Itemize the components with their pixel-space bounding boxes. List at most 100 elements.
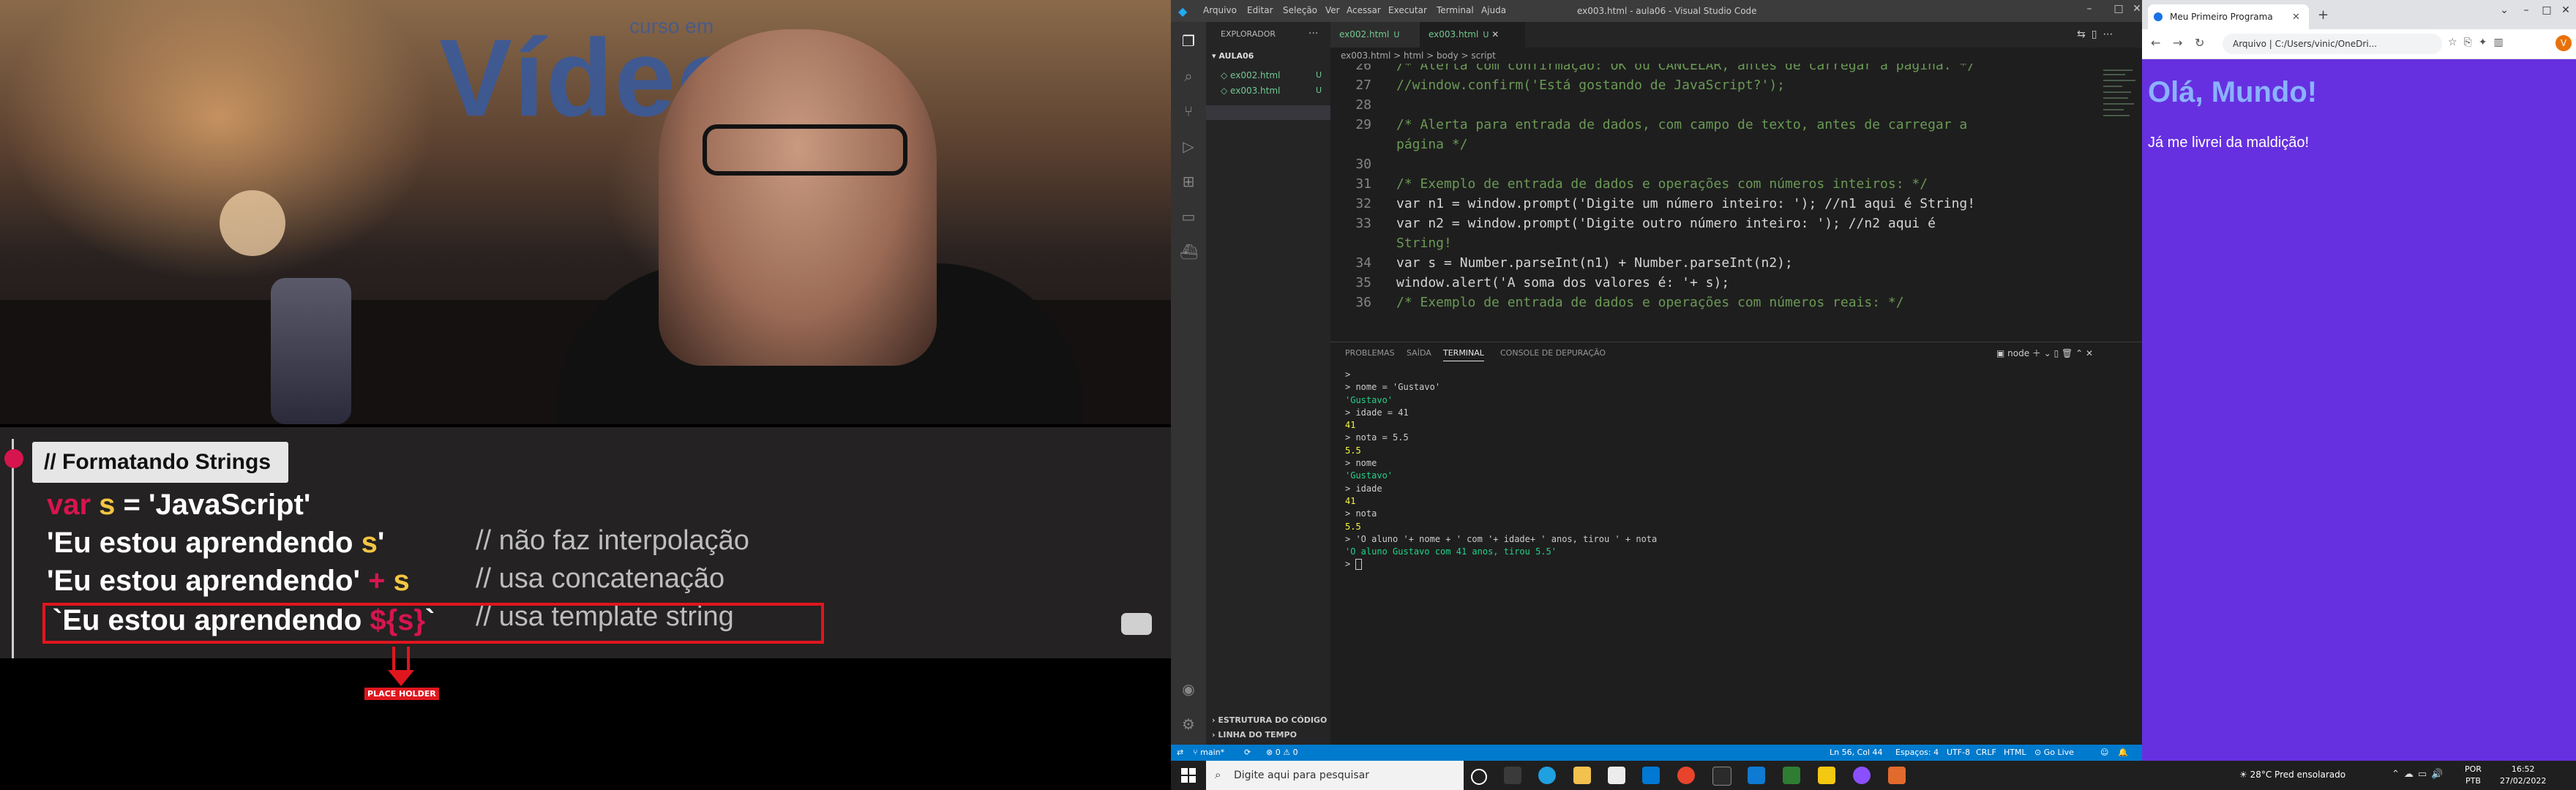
obs-icon[interactable] [1712,767,1731,786]
system-tray-icons[interactable]: ⌃☁▭🔊 [2392,769,2447,780]
timeline-section[interactable]: › LINHA DO TEMPO [1212,730,1297,740]
start-icon[interactable] [1181,768,1196,783]
terminal-line: > nota [1345,508,1377,519]
close-icon[interactable]: ✕ [2555,4,2576,16]
code-line: /* Alerta com confirmação: OK ou CANCELA… [1396,64,1976,73]
line-number: 31 [1355,176,1371,192]
go-live-button[interactable]: ⊙ Go Live [2034,748,2074,757]
branch-indicator[interactable]: ⑂ main* [1193,748,1224,757]
file-ex002[interactable]: ◇ ex002.html [1221,70,1280,80]
window-title: ex003.html - aula06 - Visual Studio Code [1577,6,1757,16]
terminal-line: 'Gustavo' [1345,470,1393,481]
new-tab-icon[interactable]: + [2318,7,2329,23]
run-debug-icon[interactable]: ▷ [1180,138,1197,155]
language-mode[interactable]: HTML [2004,748,2026,757]
minimize-icon[interactable]: – [2075,3,2104,15]
editor-actions-icon[interactable]: ⇆▯⋯ [2077,29,2119,40]
terminal-taskbar-icon[interactable] [1783,767,1800,784]
explorer-icon[interactable]: ❐ [1180,32,1197,50]
minimap[interactable] [2099,64,2142,342]
office-icon[interactable] [1677,767,1695,784]
selected-row [1206,105,1330,120]
presenter-glasses [703,124,907,176]
close-icon[interactable]: ✕ [2122,3,2142,15]
cortana-icon[interactable] [1471,769,1487,785]
code-editor[interactable]: 26 /* Alerta com confirmação: OK ou CANC… [1330,64,2099,342]
editor-tabs: ex002.html U ex003.html U ✕ ⇆▯⋯ [1330,22,2142,48]
mail-icon[interactable] [1642,767,1660,784]
terminal-line: > idade [1345,483,1382,494]
menu-editar[interactable]: Editar [1247,5,1273,15]
terminal-prompt[interactable]: > [1345,558,2135,571]
chrome-taskbar-icon[interactable] [1888,767,1906,784]
feedback-icon[interactable]: ☺ [2100,748,2108,757]
language-indicator[interactable]: POR PTB [2465,764,2482,787]
docker-icon[interactable]: ⛴ [1180,243,1198,260]
menu-ver[interactable]: Ver [1325,5,1340,15]
tab-debug-console[interactable]: CONSOLE DE DEPURAÇÃO [1500,348,1606,358]
notifications-icon[interactable]: 🔔 [2118,748,2128,757]
forward-icon[interactable]: → [2173,36,2182,50]
remote-icon[interactable]: ⇄ [1177,748,1183,757]
app-icon[interactable] [1853,767,1871,784]
terminal-line: 5.5 [1345,445,1361,456]
terminal-output[interactable]: > > nome = 'Gustavo' 'Gustavo' > idade =… [1345,369,2135,571]
reload-icon[interactable]: ↻ [2195,36,2204,50]
browser-tools-icon[interactable]: ☆⎘✦▥ [2448,37,2510,48]
powerbi-icon[interactable] [1818,767,1835,784]
presenter-head [659,29,937,366]
back-icon[interactable]: ← [2151,36,2160,50]
menu-terminal[interactable]: Terminal [1437,5,1474,15]
sync-icon[interactable]: ⟳ [1244,748,1251,757]
tab-output[interactable]: SAÍDA [1407,348,1431,358]
clock[interactable]: 16:52 27/02/2022 [2500,764,2546,787]
address-bar[interactable]: Arquivo | C:/Users/vinic/OneDri... [2223,34,2442,54]
remote-explorer-icon[interactable]: ▭ [1180,208,1197,225]
avatar[interactable]: V [2556,35,2572,51]
tab-ex003[interactable]: ex003.html U ✕ [1420,22,1525,48]
editor-area: ex002.html U ex003.html U ✕ ⇆▯⋯ ex003.html… [1330,22,2142,747]
line-ending[interactable]: CRLF [1976,748,1996,757]
outline-section[interactable]: › ESTRUTURA DO CÓDIGO [1212,715,1327,725]
tab-problems[interactable]: PROBLEMAS [1345,348,1395,358]
code-line: window.alert('A soma dos valores é: '+ s… [1396,275,1730,290]
minimize-icon[interactable]: – [2515,4,2537,16]
problems-indicator[interactable]: ⊗ 0 ⚠ 0 [1266,748,1298,757]
encoding[interactable]: UTF-8 [1947,748,1970,757]
activity-bar: ❐ ⌕ ⑂ ▷ ⊞ ▭ ⛴ ◉ ⚙ [1171,22,1206,745]
terminal-cursor [1355,559,1363,571]
breadcrumb[interactable]: ex003.html > html > body > script [1330,48,2142,64]
menu-acessar[interactable]: Acessar [1347,5,1381,15]
vscode-taskbar-icon[interactable] [1748,767,1765,784]
file-ex003[interactable]: ◇ ex003.html [1221,86,1280,96]
lamp [220,190,285,256]
menu-executar[interactable]: Executar [1388,5,1427,15]
folder-aula06[interactable]: ▾ AULA06 [1212,51,1254,61]
edge-icon[interactable] [1538,767,1556,784]
browser-tab[interactable]: Meu Primeiro Programa [2148,4,2309,29]
cursor-position[interactable]: Ln 56, Col 44 [1830,748,1883,757]
store-icon[interactable] [1608,767,1625,784]
terminal-actions[interactable]: ▣ node ＋ ⌄ ▯ 🗑 ⌃ ✕ [1996,347,2093,359]
page-heading: Olá, Mundo! [2148,76,2318,108]
video-pane: curso em Vídeo // Formatando Strings var… [0,0,1171,790]
tab-close-icon[interactable]: ✕ [2292,12,2300,23]
more-actions-icon[interactable]: ··· [1308,28,1318,40]
menu-selecao[interactable]: Seleção [1283,5,1317,15]
search-icon[interactable]: ⌕ [1180,67,1197,85]
indentation[interactable]: Espaços: 4 [1895,748,1939,757]
menu-ajuda[interactable]: Ajuda [1481,5,1506,15]
extensions-icon[interactable]: ⊞ [1180,173,1197,190]
search-icon: ⌕ [1215,768,1221,781]
youtube-icon[interactable] [1121,613,1152,635]
settings-gear-icon[interactable]: ⚙ [1180,715,1197,733]
task-view-icon[interactable] [1504,767,1521,784]
file-explorer-icon[interactable] [1573,767,1591,784]
account-icon[interactable]: ◉ [1180,680,1197,698]
taskbar-search-input[interactable]: Digite aqui para pesquisar [1206,761,1464,790]
weather-widget[interactable]: ☀ 28°C Pred ensolarado [2239,770,2345,780]
menu-arquivo[interactable]: Arquivo [1203,5,1237,15]
tab-terminal[interactable]: TERMINAL [1443,348,1484,361]
source-control-icon[interactable]: ⑂ [1180,102,1197,120]
chevron-down-icon[interactable]: ⌄ [2493,4,2515,16]
